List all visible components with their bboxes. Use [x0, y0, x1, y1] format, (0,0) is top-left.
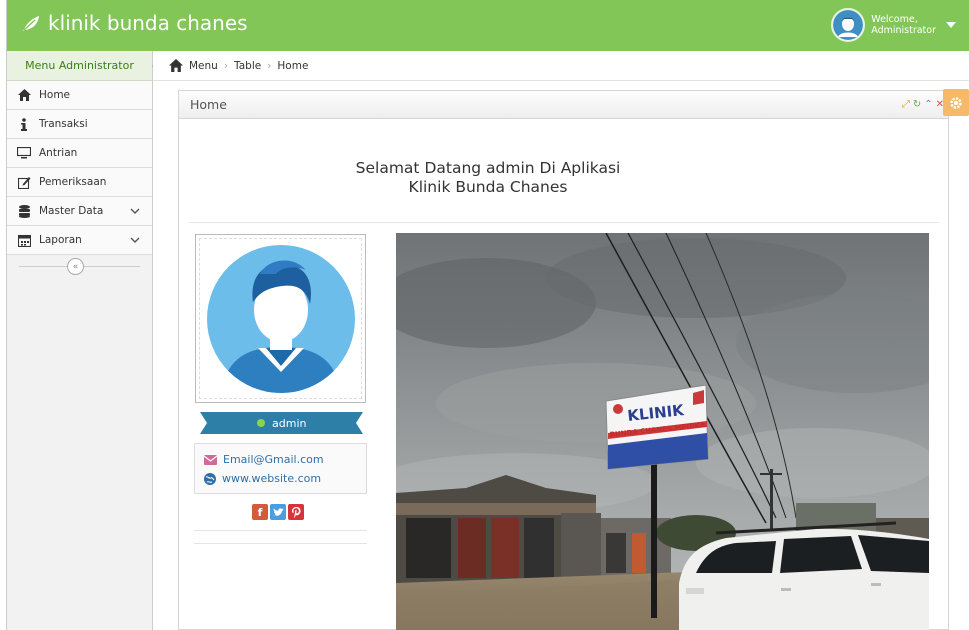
widget-title: Home	[190, 97, 227, 112]
user-avatar-icon	[206, 244, 355, 393]
sidebar-item-transaksi[interactable]: Transaksi	[7, 110, 152, 139]
sidebar-item-home[interactable]: Home	[7, 81, 152, 110]
breadcrumb-separator: ›	[223, 59, 229, 72]
chevron-down-icon	[130, 237, 140, 243]
caret-down-icon	[946, 22, 956, 28]
widget-toolbar: ⤢ ↻ ⌃ ✕	[902, 99, 944, 110]
leaf-icon	[23, 16, 39, 31]
website-link[interactable]: www.website.com	[222, 472, 321, 485]
sidebar-header: Menu Administrator	[7, 51, 161, 81]
pinterest-icon[interactable]	[288, 504, 304, 520]
user-menu[interactable]: Welcome, Administrator	[831, 8, 956, 42]
sidebar: Menu Administrator Home Transaksi Antria…	[7, 51, 161, 630]
divider	[189, 222, 939, 223]
database-icon	[17, 204, 31, 218]
globe-icon	[204, 472, 216, 485]
gear-icon	[950, 96, 962, 109]
sidebar-item-label: Home	[39, 89, 71, 101]
sidebar-item-master-data[interactable]: Master Data	[7, 197, 152, 226]
user-greeting: Welcome,	[871, 14, 918, 25]
divider	[194, 530, 367, 531]
sidebar-item-label: Transaksi	[39, 118, 88, 130]
collapse-sidebar-icon[interactable]: «	[67, 258, 84, 275]
sidebar-item-laporan[interactable]: Laporan	[7, 226, 152, 255]
expand-icon[interactable]: ⤢	[902, 99, 910, 110]
online-status-icon	[257, 419, 265, 427]
breadcrumb-home: Home	[277, 59, 309, 72]
breadcrumb: Menu › Table › Home	[153, 51, 969, 81]
breadcrumb-separator: ›	[267, 59, 272, 72]
username-label: admin	[272, 417, 306, 430]
clinic-photo: KLINIK BUNDA CHANES MEDIKA	[396, 233, 929, 630]
collapse-icon[interactable]: ⌃	[924, 99, 932, 110]
calendar-icon	[17, 233, 31, 247]
avatar-icon	[833, 10, 864, 40]
sidebar-item-label: Antrian	[39, 147, 78, 159]
envelope-icon	[204, 454, 217, 465]
social-links: f	[252, 504, 304, 520]
twitter-icon[interactable]	[270, 504, 286, 520]
info-icon	[17, 117, 31, 131]
facebook-icon[interactable]: f	[252, 504, 268, 520]
app-window: klinik bunda chanes Welcome, Administrat…	[6, 0, 969, 630]
home-icon[interactable]	[169, 59, 183, 72]
divider	[194, 543, 367, 544]
profile-photo	[195, 234, 366, 403]
email-link[interactable]: Email@Gmail.com	[223, 453, 324, 466]
user-label: Welcome, Administrator	[871, 14, 936, 36]
widget-header: Home	[179, 91, 948, 119]
username-ribbon: admin	[200, 412, 363, 434]
welcome-line-2: Klinik Bunda Chanes	[408, 178, 568, 196]
brand-name: klinik bunda chanes	[48, 11, 248, 35]
sidebar-item-label: Master Data	[39, 205, 104, 217]
user-name: Administrator	[871, 25, 936, 36]
breadcrumb-table[interactable]: Table	[234, 60, 261, 72]
settings-button[interactable]	[943, 89, 969, 116]
sidebar-collapse-row: «	[7, 255, 152, 277]
contact-info: Email@Gmail.com www.website.com	[194, 443, 367, 494]
welcome-line-1: Selamat Datang admin Di Aplikasi	[355, 159, 621, 177]
user-avatar	[831, 8, 866, 42]
welcome-message: Selamat Datang admin Di Aplikasi Klinik …	[7, 159, 969, 197]
brand[interactable]: klinik bunda chanes	[21, 11, 248, 35]
chevron-down-icon	[130, 208, 140, 214]
top-navbar: klinik bunda chanes Welcome, Administrat…	[7, 0, 969, 51]
sidebar-item-label: Laporan	[39, 234, 82, 246]
breadcrumb-menu[interactable]: Menu	[189, 60, 218, 72]
refresh-icon[interactable]: ↻	[913, 99, 921, 110]
home-icon	[17, 88, 31, 102]
monitor-icon	[17, 146, 31, 160]
